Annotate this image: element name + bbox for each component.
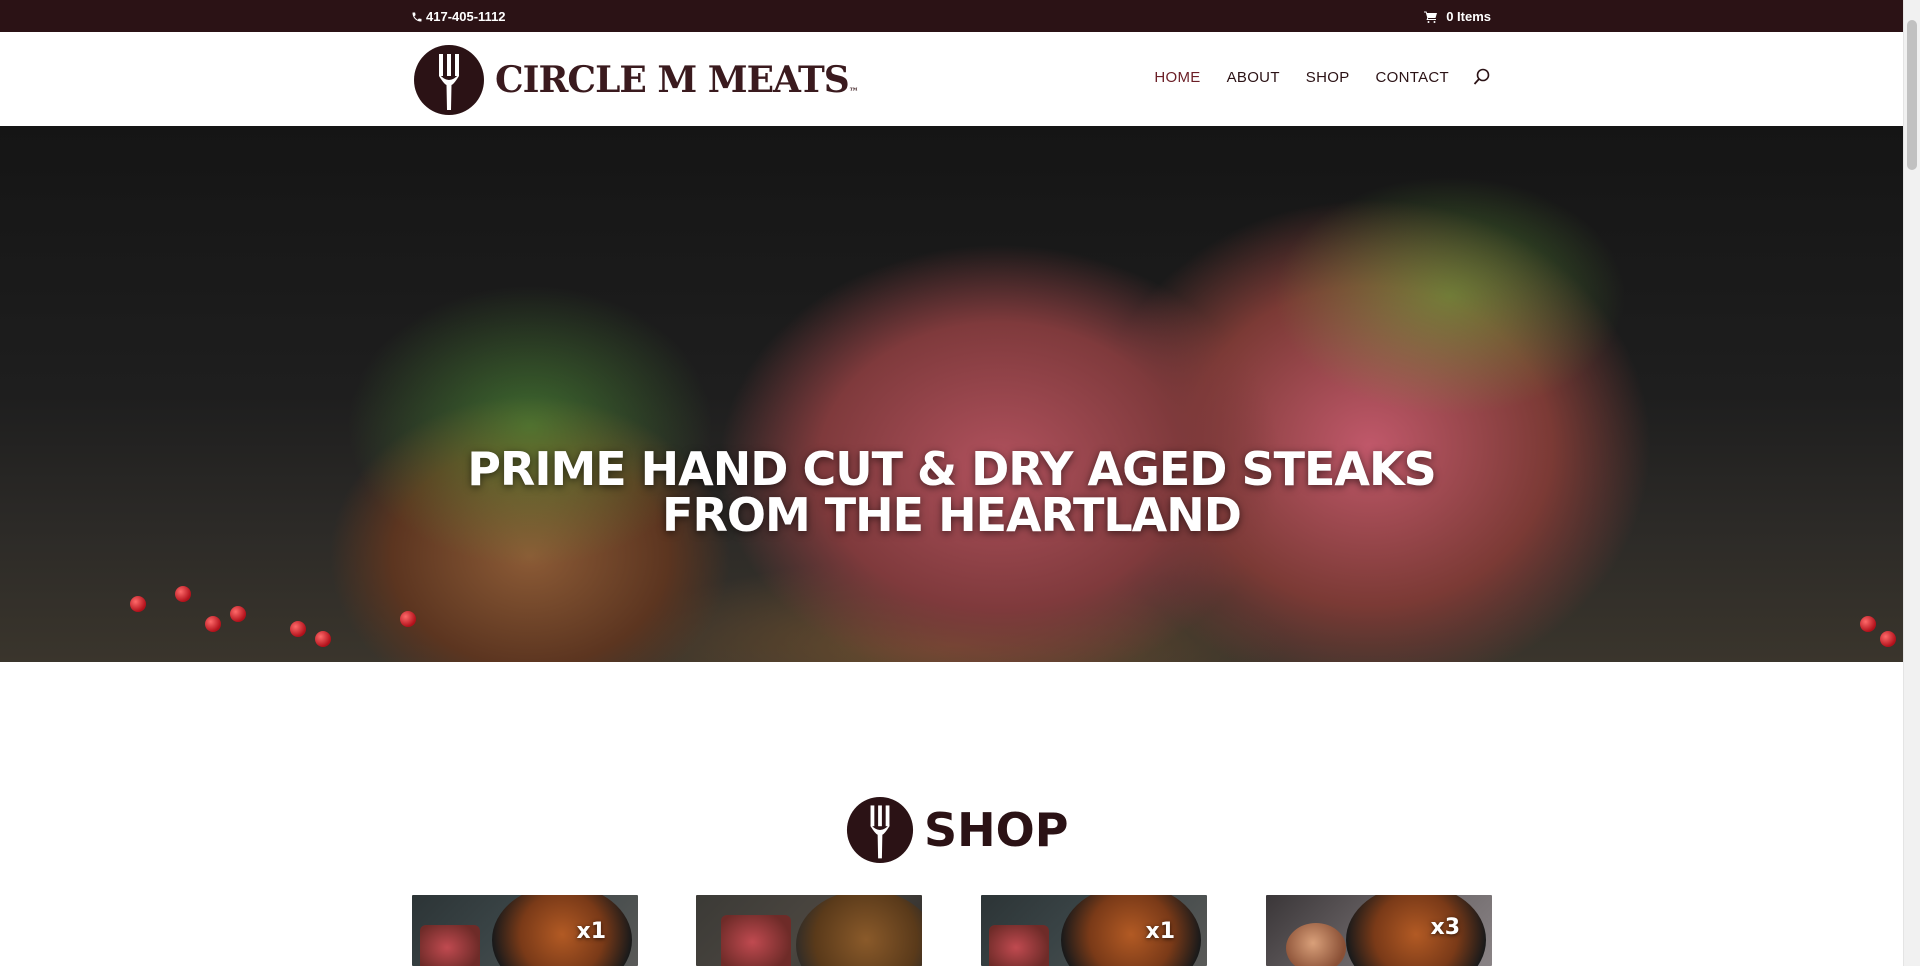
fork-logo-icon [846,796,914,864]
site-header: CIRCLE M MEATS™ HOME ABOUT SHOP CONTACT [0,32,1903,126]
cart-count: 0 Items [1446,9,1491,24]
product-card[interactable] [696,895,922,966]
phone-icon [411,11,423,23]
product-image-dish [1061,895,1201,966]
peppercorn-decoration [1880,631,1896,647]
peppercorn-decoration [205,616,221,632]
nav-shop[interactable]: SHOP [1306,69,1350,86]
product-image-rice [1286,923,1346,966]
product-quantity-badge: x3 [1430,915,1461,940]
logo-wordmark: CIRCLE M MEATS™ [495,59,859,101]
search-icon[interactable] [1473,68,1491,86]
peppercorn-decoration [175,586,191,602]
nav-about[interactable]: ABOUT [1227,69,1280,86]
peppercorn-decoration [290,621,306,637]
product-image-steak [989,925,1049,966]
main-navigation: HOME ABOUT SHOP CONTACT [1128,68,1491,86]
product-grid: x1 x1 x3 [412,895,1492,966]
product-card[interactable]: x1 [412,895,638,966]
product-quantity-badge: x1 [1145,919,1176,944]
product-image-dish [492,895,632,966]
peppercorn-decoration [1860,616,1876,632]
hero-banner: PRIME HAND CUT & DRY AGED STEAKS FROM TH… [0,126,1903,662]
fork-logo-icon [414,45,484,115]
page-scrollbar[interactable] [1903,0,1920,966]
brand-name: CIRCLE M MEATS [495,59,850,101]
product-card[interactable]: x1 [981,895,1207,966]
nav-home[interactable]: HOME [1154,69,1200,86]
site-logo[interactable]: CIRCLE M MEATS™ [413,44,859,116]
product-image-dish [1346,895,1486,966]
phone-number: 417-405-1112 [426,9,506,24]
scrollbar-thumb[interactable] [1907,20,1917,170]
peppercorn-decoration [315,631,331,647]
nav-contact[interactable]: CONTACT [1376,69,1449,86]
trademark-symbol: ™ [848,87,859,98]
product-image-dish [796,895,922,966]
product-image-steak [721,915,791,966]
hero-title-line-2: FROM THE HEARTLAND [662,488,1242,542]
shop-title: SHOP [924,803,1069,857]
product-image-steak [420,925,480,966]
peppercorn-decoration [130,596,146,612]
phone-contact[interactable]: 417-405-1112 [411,9,506,24]
cart-link[interactable]: 0 Items [1424,9,1491,24]
top-bar: 417-405-1112 0 Items [0,0,1903,32]
product-quantity-badge: x1 [576,919,607,944]
shop-section-heading: SHOP [846,796,1068,864]
cart-icon [1424,11,1438,23]
hero-title: PRIME HAND CUT & DRY AGED STEAKS FROM TH… [0,446,1903,538]
product-card[interactable]: x3 [1266,895,1492,966]
peppercorn-decoration [400,611,416,627]
peppercorn-decoration [230,606,246,622]
